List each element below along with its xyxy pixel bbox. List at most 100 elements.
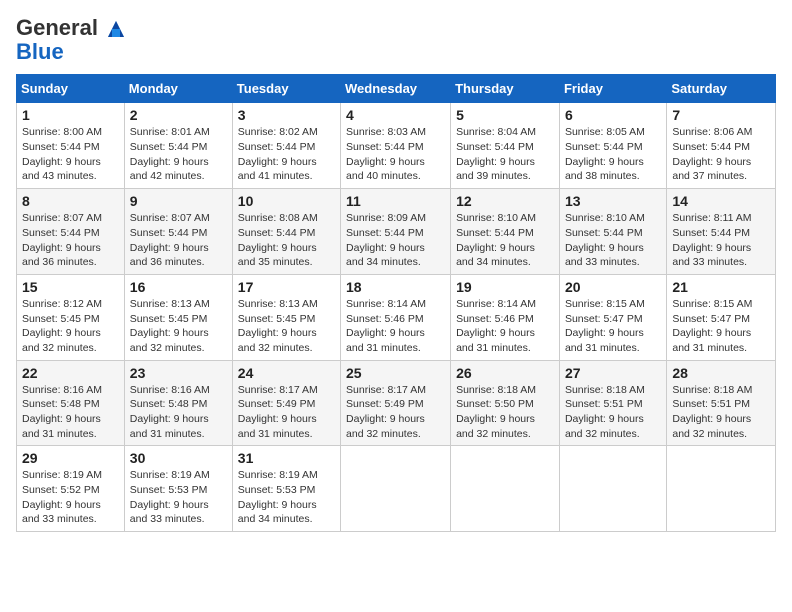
day-info: Sunrise: 8:15 AM Sunset: 5:47 PM Dayligh…	[672, 298, 752, 354]
table-row: 9 Sunrise: 8:07 AM Sunset: 5:44 PM Dayli…	[124, 189, 232, 275]
col-monday: Monday	[124, 75, 232, 103]
table-row: 19 Sunrise: 8:14 AM Sunset: 5:46 PM Dayl…	[451, 274, 560, 360]
col-wednesday: Wednesday	[341, 75, 451, 103]
day-info: Sunrise: 8:10 AM Sunset: 5:44 PM Dayligh…	[456, 212, 536, 268]
table-row: 28 Sunrise: 8:18 AM Sunset: 5:51 PM Dayl…	[667, 360, 776, 446]
col-thursday: Thursday	[451, 75, 560, 103]
day-info: Sunrise: 8:15 AM Sunset: 5:47 PM Dayligh…	[565, 298, 645, 354]
day-number: 18	[346, 279, 445, 295]
day-number: 20	[565, 279, 661, 295]
day-number: 24	[238, 365, 335, 381]
table-row: 27 Sunrise: 8:18 AM Sunset: 5:51 PM Dayl…	[559, 360, 666, 446]
day-info: Sunrise: 8:08 AM Sunset: 5:44 PM Dayligh…	[238, 212, 318, 268]
table-row: 24 Sunrise: 8:17 AM Sunset: 5:49 PM Dayl…	[232, 360, 340, 446]
day-number: 31	[238, 450, 335, 466]
day-info: Sunrise: 8:03 AM Sunset: 5:44 PM Dayligh…	[346, 126, 426, 182]
day-info: Sunrise: 8:02 AM Sunset: 5:44 PM Dayligh…	[238, 126, 318, 182]
table-row: 13 Sunrise: 8:10 AM Sunset: 5:44 PM Dayl…	[559, 189, 666, 275]
day-info: Sunrise: 8:05 AM Sunset: 5:44 PM Dayligh…	[565, 126, 645, 182]
day-number: 7	[672, 107, 770, 123]
day-info: Sunrise: 8:09 AM Sunset: 5:44 PM Dayligh…	[346, 212, 426, 268]
table-row: 7 Sunrise: 8:06 AM Sunset: 5:44 PM Dayli…	[667, 103, 776, 189]
day-number: 14	[672, 193, 770, 209]
calendar-row: 8 Sunrise: 8:07 AM Sunset: 5:44 PM Dayli…	[17, 189, 776, 275]
day-number: 5	[456, 107, 554, 123]
table-row: 16 Sunrise: 8:13 AM Sunset: 5:45 PM Dayl…	[124, 274, 232, 360]
empty-cell	[559, 446, 666, 532]
logo-triangle-icon	[106, 19, 126, 39]
day-number: 30	[130, 450, 227, 466]
day-number: 28	[672, 365, 770, 381]
table-row: 23 Sunrise: 8:16 AM Sunset: 5:48 PM Dayl…	[124, 360, 232, 446]
table-row: 18 Sunrise: 8:14 AM Sunset: 5:46 PM Dayl…	[341, 274, 451, 360]
col-saturday: Saturday	[667, 75, 776, 103]
day-info: Sunrise: 8:19 AM Sunset: 5:52 PM Dayligh…	[22, 469, 102, 525]
day-info: Sunrise: 8:17 AM Sunset: 5:49 PM Dayligh…	[238, 384, 318, 440]
table-row: 25 Sunrise: 8:17 AM Sunset: 5:49 PM Dayl…	[341, 360, 451, 446]
empty-cell	[341, 446, 451, 532]
calendar-table: Sunday Monday Tuesday Wednesday Thursday…	[16, 74, 776, 532]
table-row: 26 Sunrise: 8:18 AM Sunset: 5:50 PM Dayl…	[451, 360, 560, 446]
day-info: Sunrise: 8:16 AM Sunset: 5:48 PM Dayligh…	[22, 384, 102, 440]
day-number: 1	[22, 107, 119, 123]
logo-general: General	[16, 15, 98, 40]
table-row: 8 Sunrise: 8:07 AM Sunset: 5:44 PM Dayli…	[17, 189, 125, 275]
table-row: 11 Sunrise: 8:09 AM Sunset: 5:44 PM Dayl…	[341, 189, 451, 275]
table-row: 31 Sunrise: 8:19 AM Sunset: 5:53 PM Dayl…	[232, 446, 340, 532]
day-number: 8	[22, 193, 119, 209]
day-number: 15	[22, 279, 119, 295]
day-info: Sunrise: 8:17 AM Sunset: 5:49 PM Dayligh…	[346, 384, 426, 440]
day-info: Sunrise: 8:18 AM Sunset: 5:51 PM Dayligh…	[672, 384, 752, 440]
col-tuesday: Tuesday	[232, 75, 340, 103]
day-info: Sunrise: 8:19 AM Sunset: 5:53 PM Dayligh…	[130, 469, 210, 525]
calendar-row: 22 Sunrise: 8:16 AM Sunset: 5:48 PM Dayl…	[17, 360, 776, 446]
table-row: 29 Sunrise: 8:19 AM Sunset: 5:52 PM Dayl…	[17, 446, 125, 532]
calendar-row: 29 Sunrise: 8:19 AM Sunset: 5:52 PM Dayl…	[17, 446, 776, 532]
day-number: 10	[238, 193, 335, 209]
day-number: 9	[130, 193, 227, 209]
table-row: 6 Sunrise: 8:05 AM Sunset: 5:44 PM Dayli…	[559, 103, 666, 189]
day-number: 6	[565, 107, 661, 123]
calendar-header-row: Sunday Monday Tuesday Wednesday Thursday…	[17, 75, 776, 103]
day-info: Sunrise: 8:06 AM Sunset: 5:44 PM Dayligh…	[672, 126, 752, 182]
day-number: 4	[346, 107, 445, 123]
logo-blue: Blue	[16, 39, 64, 64]
table-row: 20 Sunrise: 8:15 AM Sunset: 5:47 PM Dayl…	[559, 274, 666, 360]
day-number: 2	[130, 107, 227, 123]
table-row: 21 Sunrise: 8:15 AM Sunset: 5:47 PM Dayl…	[667, 274, 776, 360]
day-number: 19	[456, 279, 554, 295]
day-info: Sunrise: 8:01 AM Sunset: 5:44 PM Dayligh…	[130, 126, 210, 182]
logo: General Blue	[16, 16, 126, 64]
table-row: 15 Sunrise: 8:12 AM Sunset: 5:45 PM Dayl…	[17, 274, 125, 360]
day-info: Sunrise: 8:12 AM Sunset: 5:45 PM Dayligh…	[22, 298, 102, 354]
empty-cell	[667, 446, 776, 532]
day-number: 13	[565, 193, 661, 209]
day-number: 11	[346, 193, 445, 209]
day-number: 29	[22, 450, 119, 466]
day-info: Sunrise: 8:13 AM Sunset: 5:45 PM Dayligh…	[238, 298, 318, 354]
table-row: 2 Sunrise: 8:01 AM Sunset: 5:44 PM Dayli…	[124, 103, 232, 189]
day-info: Sunrise: 8:04 AM Sunset: 5:44 PM Dayligh…	[456, 126, 536, 182]
day-info: Sunrise: 8:18 AM Sunset: 5:50 PM Dayligh…	[456, 384, 536, 440]
day-info: Sunrise: 8:07 AM Sunset: 5:44 PM Dayligh…	[22, 212, 102, 268]
day-info: Sunrise: 8:13 AM Sunset: 5:45 PM Dayligh…	[130, 298, 210, 354]
day-info: Sunrise: 8:07 AM Sunset: 5:44 PM Dayligh…	[130, 212, 210, 268]
day-number: 26	[456, 365, 554, 381]
table-row: 30 Sunrise: 8:19 AM Sunset: 5:53 PM Dayl…	[124, 446, 232, 532]
day-info: Sunrise: 8:19 AM Sunset: 5:53 PM Dayligh…	[238, 469, 318, 525]
table-row: 1 Sunrise: 8:00 AM Sunset: 5:44 PM Dayli…	[17, 103, 125, 189]
table-row: 3 Sunrise: 8:02 AM Sunset: 5:44 PM Dayli…	[232, 103, 340, 189]
day-number: 12	[456, 193, 554, 209]
table-row: 22 Sunrise: 8:16 AM Sunset: 5:48 PM Dayl…	[17, 360, 125, 446]
day-number: 22	[22, 365, 119, 381]
day-info: Sunrise: 8:18 AM Sunset: 5:51 PM Dayligh…	[565, 384, 645, 440]
table-row: 10 Sunrise: 8:08 AM Sunset: 5:44 PM Dayl…	[232, 189, 340, 275]
day-number: 16	[130, 279, 227, 295]
col-friday: Friday	[559, 75, 666, 103]
day-info: Sunrise: 8:14 AM Sunset: 5:46 PM Dayligh…	[456, 298, 536, 354]
table-row: 17 Sunrise: 8:13 AM Sunset: 5:45 PM Dayl…	[232, 274, 340, 360]
table-row: 14 Sunrise: 8:11 AM Sunset: 5:44 PM Dayl…	[667, 189, 776, 275]
table-row: 5 Sunrise: 8:04 AM Sunset: 5:44 PM Dayli…	[451, 103, 560, 189]
day-number: 17	[238, 279, 335, 295]
page-header: General Blue	[16, 16, 776, 64]
